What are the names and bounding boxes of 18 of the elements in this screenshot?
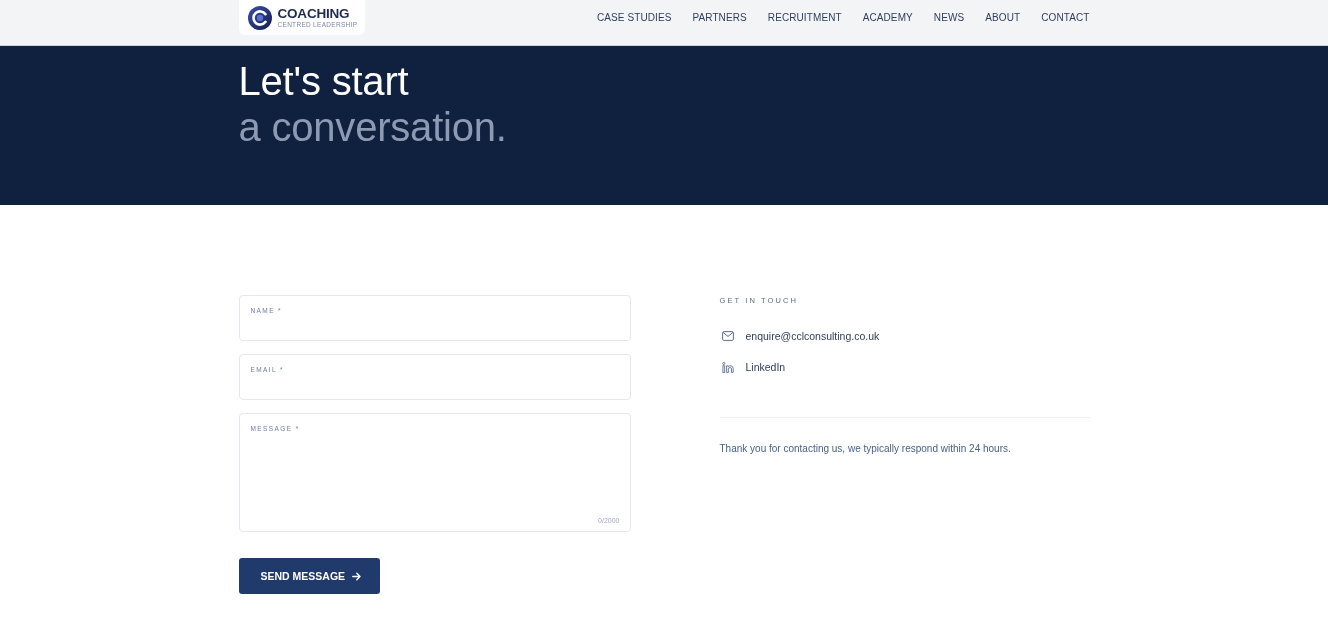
linkedin-icon xyxy=(721,361,734,373)
arrow-right-icon xyxy=(352,571,362,581)
hero-subtitle: a conversation. xyxy=(238,104,507,150)
nav-link[interactable]: ACADEMY xyxy=(862,12,913,23)
hero-title: Let's start xyxy=(238,58,409,104)
nav-link[interactable]: NEWS xyxy=(933,12,965,23)
nav-link[interactable]: CONTACT xyxy=(1041,12,1090,23)
brand-name: COACHING xyxy=(277,6,351,21)
response-note: Thank you for contacting us, we typically respond within 24 hours. xyxy=(719,442,1012,456)
email-link[interactable]: enquire@cclconsulting.co.uk xyxy=(745,330,880,342)
nav-link[interactable]: CASE STUDIES xyxy=(596,12,672,23)
logo-icon xyxy=(247,5,272,30)
envelope-icon xyxy=(721,331,734,341)
nav-link[interactable]: RECRUITMENT xyxy=(767,12,842,23)
nav-link[interactable]: PARTNERS xyxy=(692,12,747,23)
nav-link[interactable]: ABOUT xyxy=(985,12,1021,23)
linkedin-link[interactable]: LinkedIn xyxy=(745,361,786,373)
send-message-button[interactable]: SEND MESSAGE xyxy=(238,558,380,594)
